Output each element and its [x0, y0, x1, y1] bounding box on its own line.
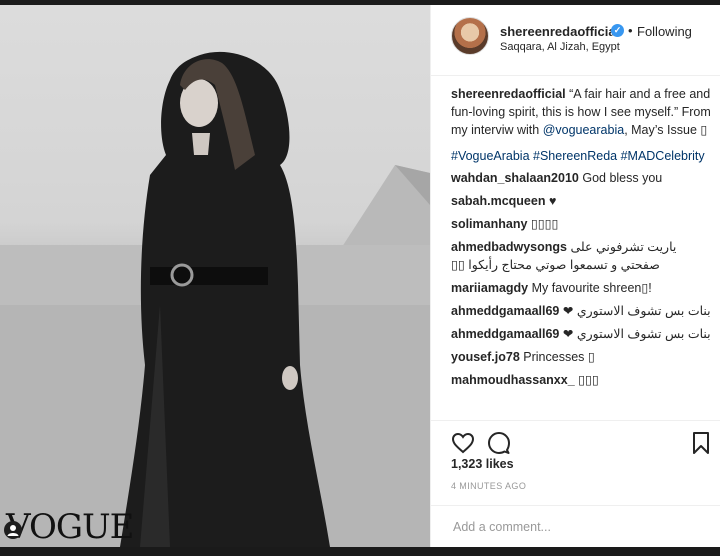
comment-username[interactable]: mahmoudhassanxx_: [451, 373, 575, 387]
comment-username[interactable]: ahmedbadwysongs: [451, 240, 567, 254]
post-photo[interactable]: VOGUE: [0, 5, 430, 547]
vogue-watermark: VOGUE: [6, 507, 134, 547]
comment-item: mahmoudhassanxx_ ▯▯▯: [451, 371, 713, 389]
comment-username[interactable]: mariiamagdy: [451, 281, 528, 295]
action-bar: [431, 420, 720, 461]
comment-text: بنات بس تشوف الاستوري ❤: [562, 304, 711, 318]
comment-text: ▯▯▯: [578, 373, 599, 387]
comment-item: yousef.jo78 Princesses ▯: [451, 348, 713, 366]
post-side-panel: shereenredaofficial ✓ • Following Saqqar…: [430, 5, 720, 547]
location-link[interactable]: Saqqara, Al Jizah, Egypt: [500, 41, 620, 53]
comment-username[interactable]: solimanhany: [451, 217, 527, 231]
caption-username[interactable]: shereenredaofficial: [451, 87, 566, 101]
bottom-strip: [0, 547, 720, 556]
bookmark-icon[interactable]: [689, 431, 713, 455]
post-caption: shereenredaofficial “A fair hair and a f…: [451, 85, 713, 139]
separator-dot: •: [628, 23, 633, 38]
comment-text: بنات بس تشوف الاستوري ❤: [562, 327, 711, 341]
comment-item: ahmeddgamaall69 بنات بس تشوف الاستوري ❤: [451, 302, 713, 320]
post-timestamp: 4 MINUTES AGO: [451, 481, 527, 491]
comment-item: mariiamagdy My favourite shreen▯!: [451, 279, 713, 297]
following-button[interactable]: Following: [637, 24, 692, 39]
comment-item: wahdan_shalaan2010 God bless you: [451, 169, 713, 187]
mention-link[interactable]: @voguearabia: [543, 123, 625, 137]
comment-item: solimanhany ▯▯▯▯: [451, 215, 713, 233]
comment-text: God bless you: [582, 171, 663, 185]
avatar[interactable]: [451, 17, 489, 55]
comment-username[interactable]: wahdan_shalaan2010: [451, 171, 579, 185]
add-comment-input[interactable]: [451, 516, 705, 538]
comment-text: My favourite shreen▯!: [531, 281, 652, 295]
comment-bubble-icon[interactable]: [487, 431, 511, 455]
heart-icon[interactable]: [451, 431, 475, 455]
comment-text: ▯▯▯▯: [530, 217, 559, 231]
header-username[interactable]: shereenredaofficial: [500, 24, 619, 39]
hashtags[interactable]: #VogueArabia #ShereenReda #MADCelebrity: [451, 147, 713, 165]
comment-username[interactable]: yousef.jo78: [451, 350, 520, 364]
comment-username[interactable]: ahmeddgamaall69: [451, 304, 559, 318]
user-tag-icon[interactable]: [4, 521, 22, 539]
comment-username[interactable]: ahmeddgamaall69: [451, 327, 559, 341]
comment-username[interactable]: sabah.mcqueen: [451, 194, 545, 208]
comments-list: shereenredaofficial “A fair hair and a f…: [451, 85, 713, 394]
comment-item: sabah.mcqueen ♥: [451, 192, 713, 210]
likes-count[interactable]: 1,323 likes: [451, 457, 514, 471]
photo-illustration: [0, 51, 430, 547]
comment-item: ahmedbadwysongs ياريت تشرفوني على صفحتي …: [451, 238, 713, 274]
add-comment-bar: [431, 505, 720, 548]
verified-badge-icon: ✓: [611, 24, 624, 37]
caption-text-end: , May’s Issue ▯: [624, 123, 708, 137]
post-header: shereenredaofficial ✓ • Following Saqqar…: [431, 5, 720, 76]
comment-text: Princesses ▯: [523, 350, 595, 364]
comment-text: ♥: [548, 194, 557, 208]
comment-item: ahmeddgamaall69 بنات بس تشوف الاستوري ❤: [451, 325, 713, 343]
